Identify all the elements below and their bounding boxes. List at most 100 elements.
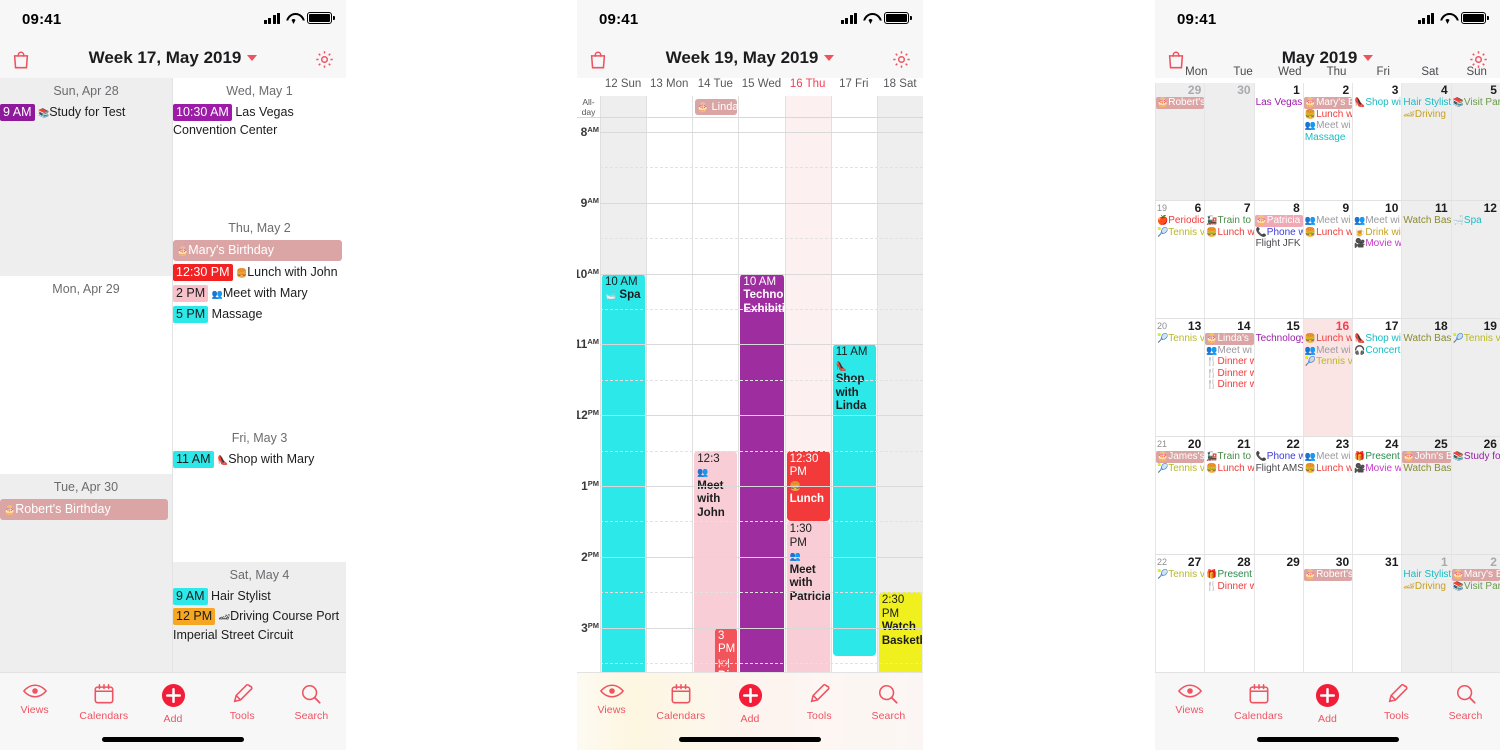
- calendar-event[interactable]: 10 AMTechnology Exhibition: [740, 273, 784, 672]
- month-event[interactable]: 🍔Lunch w: [1205, 227, 1253, 239]
- day-header-4[interactable]: 16 Thu: [785, 78, 831, 96]
- month-day-cell[interactable]: 26 📚Study fo: [1450, 437, 1500, 554]
- month-event[interactable]: 📚Visit Par: [1452, 581, 1500, 593]
- month-event[interactable]: 👥Meet wi: [1205, 345, 1253, 357]
- month-event[interactable]: 🍔Lunch w: [1205, 463, 1253, 475]
- month-event[interactable]: Hair Stylist: [1402, 569, 1450, 581]
- page-title[interactable]: Week 17, May 2019: [0, 48, 346, 68]
- day-header-5[interactable]: 17 Fri: [831, 78, 877, 96]
- tab-views[interactable]: Views: [1155, 673, 1224, 750]
- month-event[interactable]: 🎁Present: [1353, 451, 1401, 463]
- page-title[interactable]: May 2019: [1155, 48, 1500, 68]
- month-day-cell[interactable]: 22 📞Phone w Flight AMS: [1253, 437, 1303, 554]
- month-day-cell[interactable]: 7 🚂Train to 🍔Lunch w: [1204, 201, 1254, 318]
- month-event[interactable]: 🎂Mary's B: [1451, 569, 1500, 581]
- event-row[interactable]: 11 AM 👠Shop with Mary: [173, 449, 346, 470]
- day-column-1[interactable]: [646, 118, 692, 672]
- month-event[interactable]: 🎾Tennis v: [1452, 333, 1500, 345]
- month-event[interactable]: 🍔Lunch w: [1304, 227, 1352, 239]
- month-event[interactable]: 👠Shop wi: [1353, 333, 1401, 345]
- month-day-cell[interactable]: 15 Technology: [1253, 319, 1303, 436]
- day-column-3[interactable]: 10 AMTechnology Exhibition: [738, 118, 784, 672]
- week-grid[interactable]: All-day 🎂 Linda 8AM 9AM 10AM 11AM 12PM 1PM 2PM 3…: [577, 96, 923, 672]
- month-event[interactable]: 🎧Concert: [1353, 345, 1401, 357]
- month-day-cell[interactable]: 12 🛁Spa: [1450, 201, 1500, 318]
- gear-icon[interactable]: [891, 49, 912, 70]
- month-event[interactable]: 🛁Spa: [1452, 215, 1500, 227]
- month-event[interactable]: 🎾Tennis v: [1156, 463, 1204, 475]
- month-event[interactable]: 🍔Lunch w: [1304, 109, 1352, 121]
- week-grid-scroll[interactable]: 8AM9AM10AM11AM12PM1PM2PM3PM4PM5PM 10 AM🛁…: [577, 118, 923, 672]
- month-event[interactable]: Las Vegas: [1255, 97, 1303, 109]
- gear-icon[interactable]: [314, 49, 335, 70]
- all-day-row[interactable]: All-day 🎂 Linda: [577, 96, 923, 118]
- event-row[interactable]: 🎂Robert's Birthday: [0, 498, 172, 521]
- day-header-2[interactable]: 14 Tue: [692, 78, 738, 96]
- month-event[interactable]: 🎾Tennis v: [1156, 227, 1204, 239]
- month-event[interactable]: Technology: [1255, 333, 1303, 345]
- day-column-0[interactable]: 10 AM 🛁 Spa: [600, 118, 647, 672]
- month-day-cell[interactable]: 24 🎁Present 🎥Movie w: [1352, 437, 1401, 554]
- month-event[interactable]: 👥Meet wi: [1353, 215, 1401, 227]
- month-event[interactable]: 📚Visit Par: [1452, 97, 1500, 109]
- tab-search[interactable]: Search: [277, 673, 346, 750]
- month-day-cell[interactable]: 5 📚Visit Par: [1450, 83, 1500, 200]
- day-cell[interactable]: Fri, May 3 11 AM 👠Shop with Mary: [173, 425, 346, 562]
- month-event[interactable]: 👥Meet wi: [1304, 215, 1352, 227]
- month-day-cell[interactable]: 3 👠Shop wi: [1352, 83, 1401, 200]
- month-day-cell[interactable]: 2 🎂Mary's B 🍔Lunch w 👥Meet wi Massage: [1302, 83, 1353, 200]
- month-event[interactable]: Watch Bas: [1402, 463, 1450, 475]
- month-grid[interactable]: 1829🎂Robert's301Las Vegas2🎂Mary's B🍔Lunc…: [1155, 83, 1500, 672]
- month-day-cell[interactable]: 20 🎂James's 🎾Tennis v: [1155, 437, 1205, 554]
- month-event[interactable]: 🎥Movie w: [1353, 238, 1401, 250]
- month-event[interactable]: Hair Stylist: [1402, 97, 1450, 109]
- month-event[interactable]: 🎾Tennis v: [1304, 356, 1352, 368]
- month-day-cell[interactable]: 23 👥Meet wi 🍔Lunch w: [1302, 437, 1352, 554]
- month-day-cell[interactable]: 11 Watch Bas: [1401, 201, 1451, 318]
- day-cell[interactable]: Thu, May 2 🎂Mary's Birthday 12:30 PM 🍔Lunc…: [173, 215, 346, 425]
- all-day-cell[interactable]: [784, 96, 831, 117]
- calendar-event[interactable]: 2:30 PMWatch Basketball: [878, 592, 922, 672]
- month-day-cell[interactable]: 25 🎂John's B Watch Bas: [1401, 437, 1451, 554]
- month-event[interactable]: 🎂Robert's: [1303, 569, 1353, 581]
- month-event[interactable]: 🎂Robert's: [1156, 97, 1205, 109]
- month-day-cell[interactable]: 29 🎂Robert's: [1155, 83, 1205, 200]
- day-cell[interactable]: Mon, Apr 29: [0, 276, 172, 474]
- month-event[interactable]: 🍴Dinner w: [1205, 581, 1253, 593]
- day-column-2[interactable]: 12:3👥 Meet with John3 PM🍽 Dinner with Li…: [692, 118, 738, 672]
- month-event[interactable]: 🍴Dinner w: [1205, 379, 1253, 391]
- all-day-event[interactable]: 🎂Robert's Birthday: [0, 499, 168, 520]
- day-column-4[interactable]: 12:30 PM 🍔 Lunch 1:30 PM 👥 Meet with Patric…: [784, 118, 831, 672]
- month-event[interactable]: 🍎Periodic: [1156, 215, 1204, 227]
- month-event[interactable]: 📚Study fo: [1452, 451, 1500, 463]
- month-event[interactable]: 🍴Dinner w: [1205, 356, 1253, 368]
- month-day-cell[interactable]: 30 🎂Robert's: [1302, 555, 1353, 672]
- month-event[interactable]: 🎂James's: [1156, 451, 1205, 463]
- month-day-cell[interactable]: 28 🎁Present 🍴Dinner w: [1204, 555, 1254, 672]
- month-day-cell[interactable]: 18 Watch Bas: [1401, 319, 1451, 436]
- event-row[interactable]: 12 PM 🏎Driving Course Port Imperial Stre…: [173, 606, 346, 645]
- month-event[interactable]: 📞Phone w: [1255, 451, 1303, 463]
- month-event[interactable]: Flight AMS: [1255, 463, 1303, 475]
- month-event[interactable]: Watch Bas: [1402, 333, 1450, 345]
- tab-views[interactable]: Views: [0, 673, 69, 750]
- all-day-event[interactable]: 🎂 Linda: [695, 99, 738, 115]
- month-day-cell[interactable]: 13 🎾Tennis v: [1155, 319, 1204, 436]
- month-event[interactable]: 🎂Linda's: [1205, 333, 1254, 345]
- month-day-cell[interactable]: 4 Hair Stylist 🏎Driving: [1401, 83, 1451, 200]
- month-event[interactable]: 🏎Driving: [1402, 581, 1450, 593]
- month-day-cell[interactable]: 8 🎂Patricia 📞Phone w Flight JFK: [1253, 201, 1303, 318]
- calendar-event[interactable]: 11 AM 👠 Shop with Linda: [832, 344, 876, 656]
- month-event[interactable]: 🏎Driving: [1402, 109, 1450, 121]
- month-day-cell[interactable]: 9 👥Meet wi 🍔Lunch w: [1302, 201, 1352, 318]
- day-header-6[interactable]: 18 Sat: [877, 78, 923, 96]
- month-event[interactable]: 👥Meet wi: [1304, 345, 1352, 357]
- day-cell[interactable]: Wed, May 1 10:30 AM Las Vegas Convention …: [173, 78, 346, 215]
- month-event[interactable]: 🍔Lunch w: [1304, 333, 1352, 345]
- month-event[interactable]: 👥Meet wi: [1304, 451, 1352, 463]
- day-cell[interactable]: Sun, Apr 28 9 AM 📚Study for Test: [0, 78, 172, 276]
- month-event[interactable]: 🎥Movie w: [1353, 463, 1401, 475]
- month-event[interactable]: Flight JFK: [1255, 238, 1303, 250]
- month-day-cell[interactable]: 10 👥Meet wi 🍺Drink wi 🎥Movie w: [1352, 201, 1401, 318]
- event-row[interactable]: 12:30 PM 🍔Lunch with John: [173, 262, 346, 283]
